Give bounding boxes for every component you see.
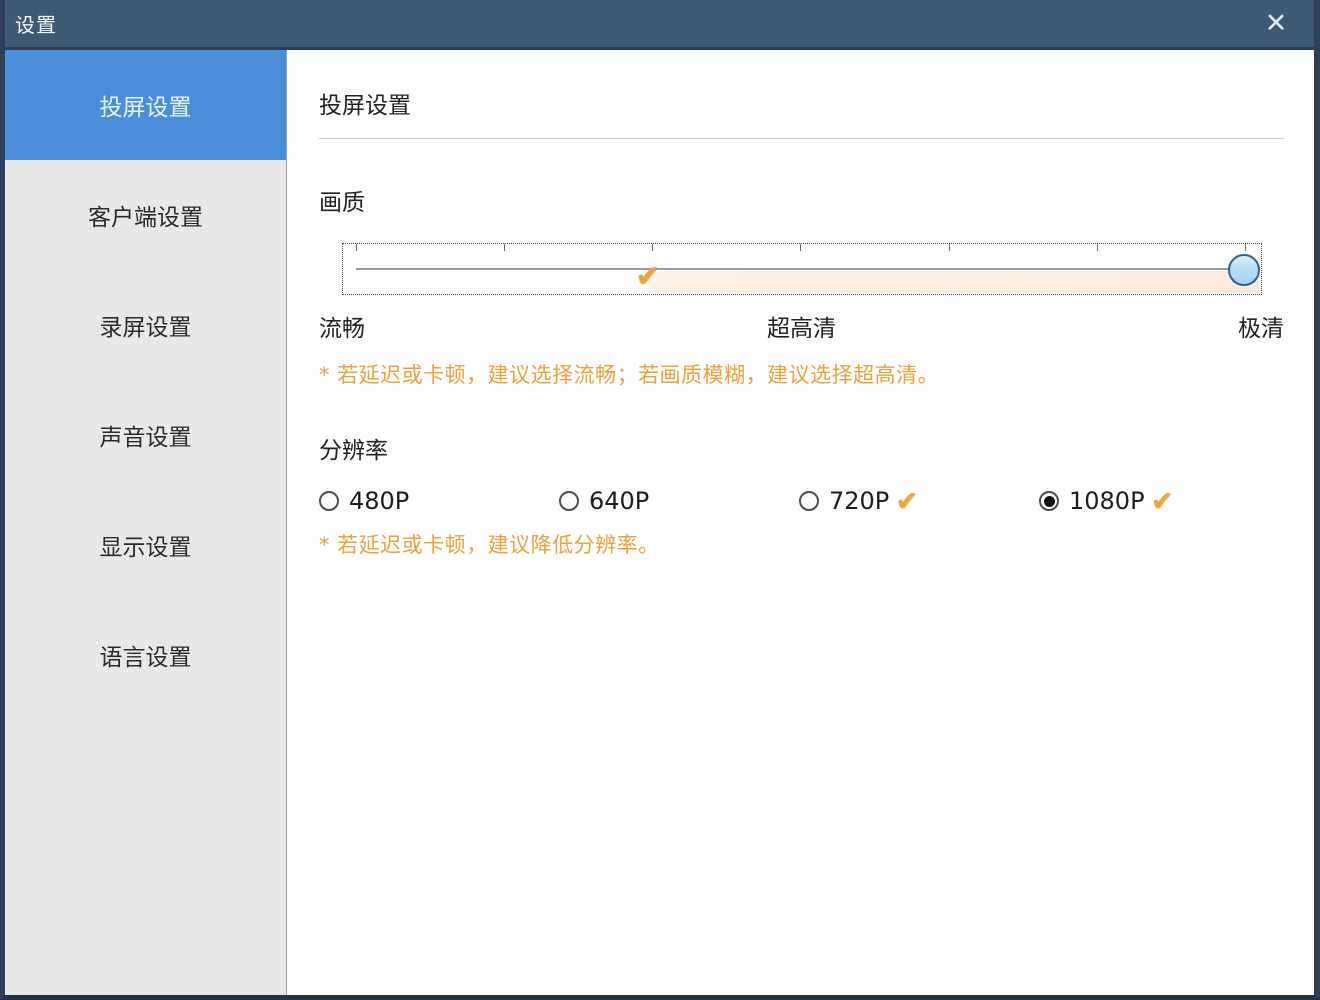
resolution-options: 480P 640P 720P ✔ 1080P ✔ — [319, 487, 1284, 515]
radio-640p[interactable]: 640P — [559, 487, 799, 515]
slider-label-extreme: 极清 — [1238, 309, 1284, 343]
radio-circle[interactable] — [559, 491, 579, 511]
titlebar: 设置 ✕ — [5, 0, 1314, 50]
slider-tick — [652, 244, 653, 251]
slider-labels: 流畅 超高清 极清 — [319, 309, 1284, 343]
slider-tick — [800, 244, 801, 251]
window-body: 投屏设置 客户端设置 录屏设置 声音设置 显示设置 语言设置 投屏设置 画质 — [5, 50, 1314, 995]
radio-480p[interactable]: 480P — [319, 487, 559, 515]
radio-dot — [1044, 496, 1055, 507]
slider-track[interactable] — [356, 268, 1246, 270]
sidebar-item-cast-settings[interactable]: 投屏设置 — [5, 50, 286, 160]
slider-tick — [356, 244, 357, 251]
close-icon: ✕ — [1265, 8, 1288, 39]
sidebar-item-label: 客户端设置 — [88, 198, 203, 232]
radio-circle[interactable] — [1039, 491, 1059, 511]
sidebar-item-display-settings[interactable]: 显示设置 — [5, 490, 286, 600]
close-button[interactable]: ✕ — [1256, 4, 1296, 44]
slider-label-smooth: 流畅 — [319, 309, 365, 343]
sidebar-item-record-settings[interactable]: 录屏设置 — [5, 270, 286, 380]
quality-hint: * 若延迟或卡顿，建议选择流畅；若画质模糊，建议选择超高清。 — [319, 359, 1284, 389]
slider-tick — [949, 244, 950, 251]
sidebar-item-client-settings[interactable]: 客户端设置 — [5, 160, 286, 270]
sidebar: 投屏设置 客户端设置 录屏设置 声音设置 显示设置 语言设置 — [5, 50, 287, 995]
sidebar-item-language-settings[interactable]: 语言设置 — [5, 600, 286, 710]
resolution-section-label: 分辨率 — [319, 431, 1284, 465]
radio-label: 640P — [589, 487, 649, 515]
radio-label: 720P — [829, 487, 889, 515]
sidebar-item-sound-settings[interactable]: 声音设置 — [5, 380, 286, 490]
radio-circle[interactable] — [319, 491, 339, 511]
radio-label: 480P — [349, 487, 409, 515]
quality-section-label: 画质 — [319, 183, 1284, 217]
sidebar-item-label: 录屏设置 — [100, 308, 192, 342]
slider-handle[interactable] — [1228, 254, 1260, 286]
sidebar-item-label: 投屏设置 — [100, 88, 192, 122]
header-divider — [319, 138, 1284, 139]
slider-tick — [504, 244, 505, 251]
page-title: 投屏设置 — [319, 86, 1284, 120]
resolution-hint: * 若延迟或卡顿，建议降低分辨率。 — [319, 529, 1284, 559]
main-panel: 投屏设置 画质 ✔ 流畅 超高清 — [287, 50, 1314, 995]
settings-window: 设置 ✕ 投屏设置 客户端设置 录屏设置 声音设置 显示设置 语言设置 — [0, 0, 1320, 1000]
sidebar-item-label: 显示设置 — [100, 528, 192, 562]
radio-1080p[interactable]: 1080P ✔ — [1039, 487, 1279, 515]
window-title: 设置 — [15, 9, 57, 38]
recommended-check-icon: ✔ — [635, 262, 660, 292]
slider-ticks — [356, 244, 1246, 252]
slider-tick — [1097, 244, 1098, 251]
slider-label-ultra-hd: 超高清 — [767, 309, 836, 343]
radio-circle[interactable] — [799, 491, 819, 511]
radio-720p[interactable]: 720P ✔ — [799, 487, 1039, 515]
slider-highlight-band — [648, 271, 1259, 293]
radio-label: 1080P — [1069, 487, 1145, 515]
recommended-check-icon: ✔ — [1151, 488, 1174, 515]
sidebar-item-label: 语言设置 — [100, 638, 192, 672]
recommended-check-icon: ✔ — [895, 488, 918, 515]
quality-slider[interactable]: ✔ — [342, 243, 1262, 295]
sidebar-item-label: 声音设置 — [100, 418, 192, 452]
slider-tick — [1245, 244, 1246, 251]
